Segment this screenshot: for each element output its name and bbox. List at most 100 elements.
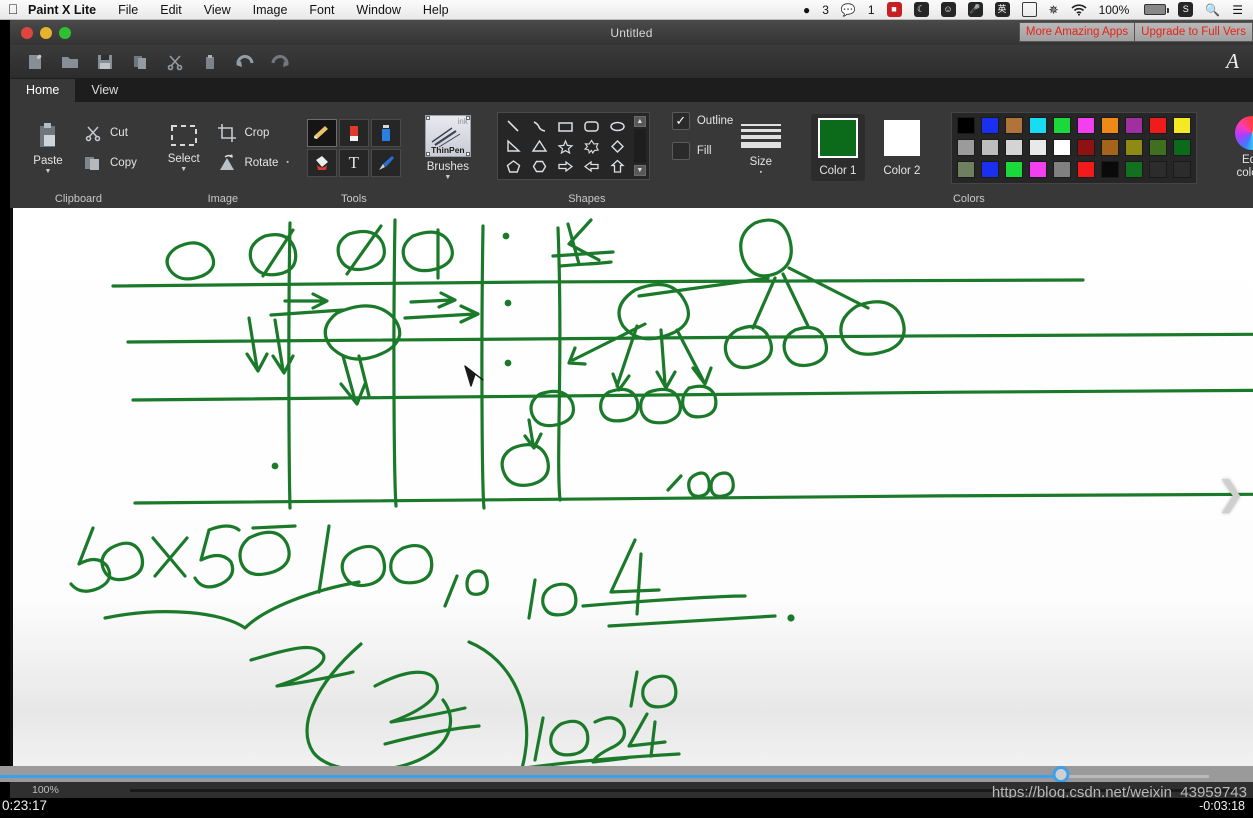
paste-button[interactable] bbox=[199, 51, 221, 73]
palette-swatch[interactable] bbox=[1098, 137, 1122, 159]
palette-swatch[interactable] bbox=[1146, 137, 1170, 159]
fill-bucket-tool[interactable] bbox=[306, 148, 337, 177]
up-arrow-shape[interactable] bbox=[605, 156, 631, 176]
eraser-tool[interactable] bbox=[338, 118, 369, 147]
palette-swatch[interactable] bbox=[1170, 115, 1194, 137]
fill-checkbox[interactable] bbox=[671, 142, 690, 160]
apple-logo-icon[interactable]:  bbox=[0, 2, 26, 18]
upgrade-to-full-version-button[interactable]: Upgrade to Full Vers bbox=[1134, 22, 1253, 42]
palette-color-28[interactable] bbox=[1148, 161, 1167, 178]
palette-color-12[interactable] bbox=[1004, 139, 1023, 156]
palette-swatch[interactable] bbox=[1170, 137, 1194, 159]
copy-button[interactable] bbox=[129, 51, 151, 73]
ellipse-shape[interactable] bbox=[605, 116, 631, 136]
rotate-dropdown-caret[interactable]: ▪ bbox=[286, 159, 288, 166]
palette-color-7[interactable] bbox=[1124, 117, 1143, 134]
menu-item-window[interactable]: Window bbox=[345, 0, 411, 20]
more-amazing-apps-button[interactable]: More Amazing Apps bbox=[1018, 22, 1135, 42]
copy-ribbon-button[interactable]: Copy bbox=[82, 153, 137, 173]
palette-swatch[interactable] bbox=[1002, 159, 1026, 181]
open-file-button[interactable] bbox=[59, 51, 81, 73]
color1-swatch[interactable] bbox=[817, 118, 858, 158]
palette-swatch[interactable] bbox=[1074, 159, 1098, 181]
palette-color-20[interactable] bbox=[956, 161, 975, 178]
battery-icon[interactable] bbox=[1135, 4, 1172, 15]
menu-item-font[interactable]: Font bbox=[298, 0, 345, 20]
right-triangle-shape[interactable] bbox=[501, 136, 527, 156]
palette-swatch[interactable] bbox=[1050, 159, 1074, 181]
sogou-icon[interactable]: S bbox=[1172, 2, 1199, 17]
rounded-rectangle-shape[interactable] bbox=[579, 116, 605, 136]
save-button[interactable] bbox=[94, 51, 116, 73]
palette-swatch[interactable] bbox=[1098, 115, 1122, 137]
new-document-button[interactable] bbox=[24, 51, 46, 73]
curve-shape[interactable] bbox=[527, 116, 553, 136]
palette-swatch[interactable] bbox=[1122, 115, 1146, 137]
drawing-canvas[interactable] bbox=[13, 208, 1253, 806]
palette-color-16[interactable] bbox=[1100, 139, 1119, 156]
palette-swatch[interactable] bbox=[1002, 115, 1026, 137]
palette-color-3[interactable] bbox=[1028, 117, 1047, 134]
ime-chinese-icon[interactable]: 英 bbox=[989, 2, 1016, 17]
palette-color-25[interactable] bbox=[1076, 161, 1095, 178]
palette-swatch[interactable] bbox=[1026, 137, 1050, 159]
palette-color-8[interactable] bbox=[1148, 117, 1167, 134]
palette-swatch[interactable] bbox=[954, 159, 978, 181]
shapes-scrollbar[interactable]: ▲ ▼ bbox=[633, 116, 646, 176]
wechat-icon[interactable]: 💬 bbox=[835, 0, 862, 20]
palette-color-4[interactable] bbox=[1052, 117, 1071, 134]
menu-item-app-name[interactable]: Paint X Lite bbox=[26, 0, 107, 20]
display-icon[interactable] bbox=[1016, 2, 1043, 17]
wifi-icon[interactable] bbox=[1065, 3, 1093, 16]
palette-color-2[interactable] bbox=[1004, 117, 1023, 134]
color2-swatch[interactable] bbox=[881, 118, 922, 158]
palette-swatch[interactable] bbox=[954, 137, 978, 159]
palette-color-10[interactable] bbox=[956, 139, 975, 156]
next-arrow-button[interactable]: ❯ bbox=[1217, 474, 1246, 514]
screen-recorder-icon[interactable]: ■ bbox=[881, 2, 908, 17]
qq-penguin-icon[interactable]: ● bbox=[797, 0, 816, 20]
spotlight-search-icon[interactable]: 🔍 bbox=[1199, 0, 1226, 20]
select-ribbon-button[interactable]: Select ▼ bbox=[157, 123, 211, 173]
color1-button[interactable]: Color 1 bbox=[810, 114, 865, 181]
palette-swatch[interactable] bbox=[1122, 137, 1146, 159]
palette-swatch[interactable] bbox=[1146, 115, 1170, 137]
palette-swatch[interactable] bbox=[1146, 159, 1170, 181]
shapes-scroll-track[interactable] bbox=[633, 129, 646, 163]
palette-color-13[interactable] bbox=[1028, 139, 1047, 156]
palette-color-11[interactable] bbox=[980, 139, 999, 156]
palette-swatch[interactable] bbox=[1074, 137, 1098, 159]
palette-color-24[interactable] bbox=[1052, 161, 1071, 178]
emoji-icon[interactable]: ☺ bbox=[935, 2, 962, 17]
video-progress-bar[interactable] bbox=[0, 766, 1253, 783]
palette-color-17[interactable] bbox=[1124, 139, 1143, 156]
palette-color-26[interactable] bbox=[1100, 161, 1119, 178]
palette-swatch[interactable] bbox=[978, 159, 1002, 181]
palette-swatch[interactable] bbox=[1050, 137, 1074, 159]
cut-button[interactable] bbox=[164, 51, 186, 73]
crop-ribbon-button[interactable]: Crop bbox=[216, 123, 288, 143]
palette-color-21[interactable] bbox=[980, 161, 999, 178]
rectangle-shape[interactable] bbox=[553, 116, 579, 136]
palette-swatch[interactable] bbox=[1122, 159, 1146, 181]
select-dropdown-caret[interactable]: ▼ bbox=[180, 166, 187, 173]
palette-color-5[interactable] bbox=[1076, 117, 1095, 134]
moon-icon[interactable]: ☾ bbox=[908, 2, 935, 17]
outline-checkbox[interactable]: ✓ bbox=[671, 112, 690, 130]
palette-swatch[interactable] bbox=[1074, 115, 1098, 137]
menu-item-edit[interactable]: Edit bbox=[149, 0, 193, 20]
palette-color-14[interactable] bbox=[1052, 139, 1071, 156]
palette-color-9[interactable] bbox=[1172, 117, 1191, 134]
edit-colors-button[interactable]: Edit colors bbox=[1221, 115, 1253, 180]
font-indicator[interactable]: A bbox=[1226, 49, 1253, 74]
line-shape[interactable] bbox=[501, 116, 527, 136]
brush-tool[interactable] bbox=[370, 148, 401, 177]
palette-swatch[interactable] bbox=[1098, 159, 1122, 181]
palette-color-1[interactable] bbox=[980, 117, 999, 134]
palette-swatch[interactable] bbox=[978, 115, 1002, 137]
size-dropdown-caret[interactable]: ▪ bbox=[760, 169, 762, 176]
palette-color-22[interactable] bbox=[1004, 161, 1023, 178]
text-tool[interactable]: T bbox=[338, 148, 369, 177]
palette-swatch[interactable] bbox=[1002, 137, 1026, 159]
hexagon-shape[interactable] bbox=[527, 156, 553, 176]
